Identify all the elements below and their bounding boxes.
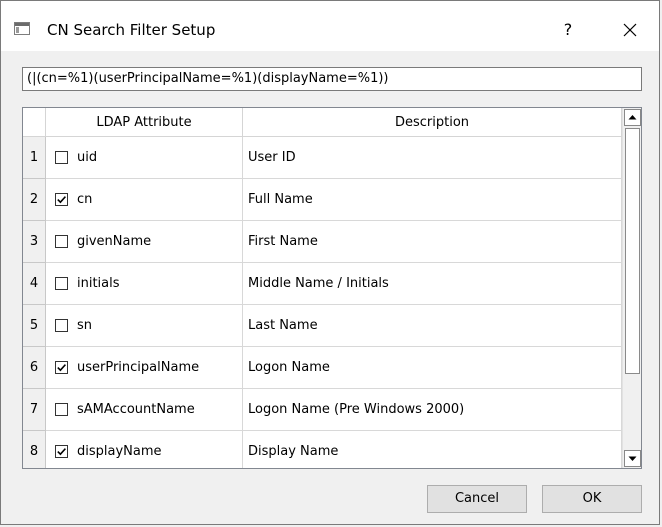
row-number-header[interactable]: 4 <box>23 263 46 305</box>
ok-button[interactable]: OK <box>542 485 642 513</box>
row-number-header[interactable]: 6 <box>23 347 46 389</box>
close-button[interactable] <box>610 15 650 45</box>
table-corner-header <box>23 108 46 137</box>
scroll-down-button[interactable] <box>624 450 641 467</box>
arrow-down-icon <box>628 456 637 461</box>
checkmark-icon <box>57 448 66 456</box>
attribute-cell[interactable]: cn <box>46 179 243 221</box>
scroll-up-button[interactable] <box>624 109 641 126</box>
attribute-checkbox[interactable] <box>55 235 68 248</box>
attribute-cell[interactable]: initials <box>46 263 243 305</box>
attribute-cell[interactable]: userPrincipalName <box>46 347 243 389</box>
description-cell[interactable]: Logon Name (Pre Windows 2000) <box>243 389 622 431</box>
column-header-ldap-attribute[interactable]: LDAP Attribute <box>46 108 243 137</box>
close-icon <box>623 23 637 37</box>
attribute-checkbox[interactable] <box>55 361 68 374</box>
table-row[interactable]: 4 initials Middle Name / Initials <box>23 263 622 305</box>
attribute-name: userPrincipalName <box>77 360 200 375</box>
table-row[interactable]: 2 cn Full Name <box>23 179 622 221</box>
attribute-cell[interactable]: sAMAccountName <box>46 389 243 431</box>
description-cell[interactable]: Logon Name <box>243 347 622 389</box>
dialog-window: CN Search Filter Setup ? (|(cn=%1)(userP… <box>0 0 660 525</box>
row-number-header[interactable]: 5 <box>23 305 46 347</box>
attribute-name: sn <box>77 318 93 333</box>
attribute-checkbox[interactable] <box>55 445 68 458</box>
checkmark-icon <box>57 364 66 372</box>
row-number-header[interactable]: 3 <box>23 221 46 263</box>
help-button[interactable]: ? <box>552 15 584 45</box>
attribute-name: cn <box>77 192 93 207</box>
description-cell[interactable]: Display Name <box>243 431 622 468</box>
arrow-up-icon <box>628 115 637 120</box>
attribute-cell[interactable]: displayName <box>46 431 243 468</box>
attribute-checkbox[interactable] <box>55 403 68 416</box>
attribute-checkbox[interactable] <box>55 277 68 290</box>
attribute-checkbox[interactable] <box>55 151 68 164</box>
table-row[interactable]: 7 sAMAccountName Logon Name (Pre Windows 2… <box>23 389 622 431</box>
table-row[interactable]: 1 uid User ID <box>23 137 622 179</box>
table-row[interactable]: 6 userPrincipalName Logon Name <box>23 347 622 389</box>
cancel-button[interactable]: Cancel <box>427 485 527 513</box>
description-cell[interactable]: Middle Name / Initials <box>243 263 622 305</box>
attribute-name: initials <box>77 276 120 291</box>
app-window-icon <box>14 22 30 35</box>
row-number-header[interactable]: 1 <box>23 137 46 179</box>
table-row[interactable]: 3 givenName First Name <box>23 221 622 263</box>
row-number-header[interactable]: 7 <box>23 389 46 431</box>
scroll-thumb[interactable] <box>625 128 640 374</box>
description-cell[interactable]: First Name <box>243 221 622 263</box>
row-number-header[interactable]: 2 <box>23 179 46 221</box>
window-title: CN Search Filter Setup <box>47 21 216 39</box>
attribute-name: sAMAccountName <box>77 402 195 417</box>
attribute-cell[interactable]: sn <box>46 305 243 347</box>
table-row[interactable]: 5 sn Last Name <box>23 305 622 347</box>
description-cell[interactable]: Full Name <box>243 179 622 221</box>
attribute-name: displayName <box>77 444 162 459</box>
description-cell[interactable]: User ID <box>243 137 622 179</box>
column-header-description[interactable]: Description <box>243 108 622 137</box>
table-row[interactable]: 8 displayName Display Name <box>23 431 622 468</box>
attribute-cell[interactable]: uid <box>46 137 243 179</box>
ldap-attribute-table: LDAP Attribute Description 1 uid User ID 2 c… <box>22 107 642 469</box>
attribute-cell[interactable]: givenName <box>46 221 243 263</box>
checkmark-icon <box>57 196 66 204</box>
attribute-checkbox[interactable] <box>55 319 68 332</box>
attribute-checkbox[interactable] <box>55 193 68 206</box>
attribute-name: givenName <box>77 234 152 249</box>
attribute-name: uid <box>77 150 98 165</box>
row-number-header[interactable]: 8 <box>23 431 46 468</box>
vertical-scrollbar[interactable] <box>622 108 641 468</box>
title-bar[interactable]: CN Search Filter Setup ? <box>1 1 659 51</box>
description-cell[interactable]: Last Name <box>243 305 622 347</box>
search-filter-input[interactable]: (|(cn=%1)(userPrincipalName=%1)(displayN… <box>22 67 642 91</box>
